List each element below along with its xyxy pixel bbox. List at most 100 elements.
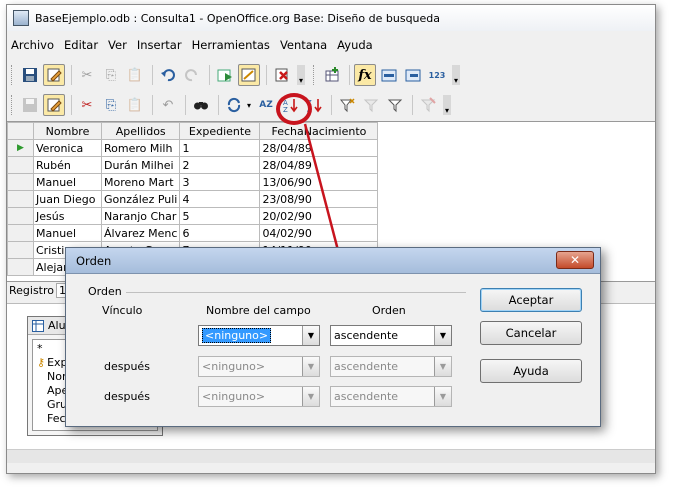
- table-cell[interactable]: 04/02/90: [259, 224, 379, 242]
- menu-ayuda[interactable]: Ayuda: [337, 38, 373, 52]
- function-icon[interactable]: fx: [354, 64, 376, 86]
- toolbar-overflow[interactable]: ▾: [443, 95, 452, 115]
- table-cell[interactable]: González Puli: [100, 190, 181, 208]
- toolbar-grip[interactable]: [11, 95, 15, 115]
- menu-insertar[interactable]: Insertar: [137, 38, 182, 52]
- remove-filter-icon[interactable]: [417, 94, 439, 116]
- cancel-button[interactable]: Cancelar: [480, 321, 582, 345]
- menu-editar[interactable]: Editar: [64, 38, 98, 52]
- table-row[interactable]: Manuel Álvarez Menc 6 04/02/90: [7, 224, 379, 242]
- row-header[interactable]: [7, 190, 34, 208]
- table-cell[interactable]: 28/04/89: [259, 156, 379, 174]
- toolbar-overflow[interactable]: ▾: [452, 65, 460, 85]
- chevron-down-icon: ▼: [302, 357, 319, 376]
- edit-mode-icon[interactable]: [43, 64, 65, 86]
- design-view-icon[interactable]: [238, 64, 260, 86]
- row-header[interactable]: [7, 224, 34, 242]
- table-cell[interactable]: Naranjo Char: [100, 207, 181, 225]
- table-cell[interactable]: 13/06/90: [259, 173, 379, 191]
- edit-data-icon[interactable]: [43, 94, 65, 116]
- sort-icon[interactable]: AZ: [255, 94, 277, 116]
- table-cell[interactable]: Manuel: [33, 173, 102, 191]
- standard-filter-icon[interactable]: [360, 94, 382, 116]
- table-cell[interactable]: Durán Milhei: [100, 156, 181, 174]
- table-cell[interactable]: 1: [179, 139, 261, 157]
- header-field-name: Nombre del campo: [206, 304, 311, 317]
- horizontal-scrollbar[interactable]: [7, 449, 655, 463]
- column-header[interactable]: Nombre: [33, 122, 102, 140]
- paste-icon[interactable]: 📋: [124, 94, 146, 116]
- run-query-icon[interactable]: [214, 64, 236, 86]
- table-row[interactable]: Jesús Naranjo Char 5 20/02/90: [7, 207, 379, 225]
- table-name-icon[interactable]: [378, 64, 400, 86]
- order-select-3[interactable]: ascendente ▼: [330, 386, 452, 407]
- order-select-1[interactable]: ascendente ▼: [330, 325, 452, 346]
- table-cell[interactable]: Rubén: [33, 156, 102, 174]
- field-name-select-1[interactable]: <ninguno> ▼: [198, 325, 320, 346]
- row-header[interactable]: [7, 156, 34, 174]
- find-icon[interactable]: [190, 94, 212, 116]
- toolbar-grip[interactable]: [313, 65, 317, 85]
- table-cell[interactable]: 6: [179, 224, 261, 242]
- table-cell[interactable]: Juan Diego: [33, 190, 102, 208]
- menu-ver[interactable]: Ver: [108, 38, 127, 52]
- table-window-title: Alu: [48, 319, 66, 332]
- row-header[interactable]: [7, 258, 34, 276]
- menu-herramientas[interactable]: Herramientas: [192, 38, 270, 52]
- field-name-select-3[interactable]: <ninguno> ▼: [198, 386, 320, 407]
- save-icon[interactable]: [19, 64, 41, 86]
- row-header[interactable]: [7, 241, 34, 259]
- table-cell[interactable]: Álvarez Menc: [100, 224, 181, 242]
- menu-ventana[interactable]: Ventana: [280, 38, 327, 52]
- table-row[interactable]: Rubén Durán Milhei 2 28/04/89: [7, 156, 379, 174]
- table-cell[interactable]: 20/02/90: [259, 207, 379, 225]
- table-cell[interactable]: 2: [179, 156, 261, 174]
- refresh-icon[interactable]: [223, 94, 245, 116]
- undo-icon[interactable]: ↶: [157, 94, 179, 116]
- add-table-icon[interactable]: [321, 64, 343, 86]
- order-select-2[interactable]: ascendente ▼: [330, 356, 452, 377]
- alias-icon[interactable]: [402, 64, 424, 86]
- table-cell[interactable]: Moreno Mart: [100, 173, 181, 191]
- apply-filter-icon[interactable]: [384, 94, 406, 116]
- save-record-icon[interactable]: [19, 94, 41, 116]
- cut-icon[interactable]: ✂: [76, 94, 98, 116]
- field-name-select-2[interactable]: <ninguno> ▼: [198, 356, 320, 377]
- copy-icon[interactable]: ⎘: [100, 64, 122, 86]
- chevron-down-icon: ▼: [302, 326, 319, 345]
- distinct-values-icon[interactable]: 123: [426, 64, 448, 86]
- table-row[interactable]: ▶ Veronica Romero Milh 1 28/04/89: [7, 139, 379, 157]
- help-button[interactable]: Ayuda: [480, 359, 582, 383]
- menu-archivo[interactable]: Archivo: [11, 38, 54, 52]
- toolbar-grip[interactable]: [11, 65, 15, 85]
- column-header[interactable]: Expediente: [179, 122, 261, 140]
- row-header[interactable]: [7, 207, 34, 225]
- close-icon[interactable]: ✕: [556, 251, 594, 269]
- delete-icon[interactable]: [271, 64, 293, 86]
- table-cell[interactable]: 28/04/89: [259, 139, 379, 157]
- column-header[interactable]: FechaNacimiento: [259, 122, 379, 140]
- row-header[interactable]: ▶: [7, 139, 34, 157]
- table-cell[interactable]: Manuel: [33, 224, 102, 242]
- table-cell[interactable]: 5: [179, 207, 261, 225]
- table-row[interactable]: Manuel Moreno Mart 3 13/06/90: [7, 173, 379, 191]
- autofilter-icon[interactable]: [336, 94, 358, 116]
- table-cell[interactable]: 3: [179, 173, 261, 191]
- cut-icon[interactable]: ✂: [76, 64, 98, 86]
- table-cell[interactable]: Jesús: [33, 207, 102, 225]
- refresh-dropdown-arrow-icon[interactable]: ▾: [247, 101, 251, 110]
- column-header[interactable]: Apellidos: [100, 122, 181, 140]
- paste-icon[interactable]: 📋: [124, 64, 146, 86]
- undo-icon[interactable]: [157, 64, 179, 86]
- table-cell[interactable]: Romero Milh: [100, 139, 181, 157]
- redo-icon[interactable]: [181, 64, 203, 86]
- copy-icon[interactable]: ⎘: [100, 94, 122, 116]
- ok-button[interactable]: Aceptar: [480, 288, 582, 312]
- table-cell[interactable]: 23/08/90: [259, 190, 379, 208]
- row-header[interactable]: [7, 173, 34, 191]
- table-row[interactable]: Juan Diego González Puli 4 23/08/90: [7, 190, 379, 208]
- table-cell[interactable]: Veronica: [33, 139, 102, 157]
- table-cell[interactable]: 4: [179, 190, 261, 208]
- dialog-title-bar[interactable]: Orden: [66, 248, 600, 274]
- toolbar-overflow[interactable]: ▾: [297, 65, 305, 85]
